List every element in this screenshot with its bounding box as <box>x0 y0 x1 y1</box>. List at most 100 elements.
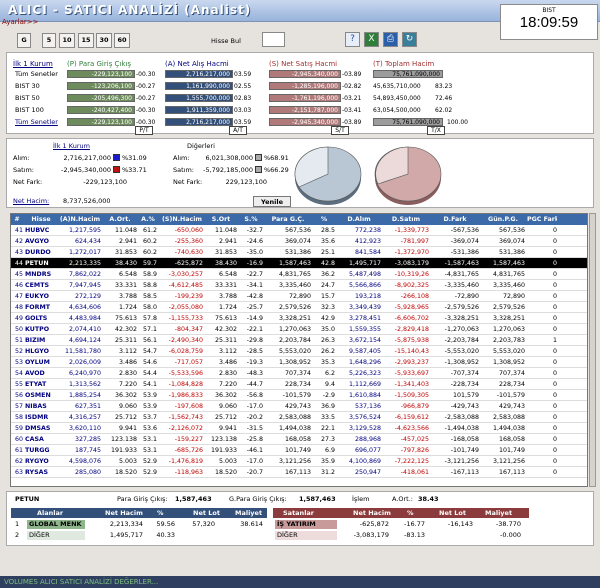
table-row[interactable]: 57 NIBAS 627,351 9.060 53.9 -197,608 9.060 -17.… <box>11 401 587 412</box>
cell-hisse[interactable]: CEMTS <box>25 280 57 291</box>
tab-a-t[interactable]: A/T <box>229 126 247 135</box>
period-button-5[interactable]: 5 <box>42 33 56 48</box>
cell-hisse[interactable]: OSMEN <box>25 390 57 401</box>
tab-t-x[interactable]: T/X <box>427 126 445 135</box>
col-header-para-gc[interactable]: Para G.Ç. <box>265 214 311 225</box>
cell-d-satim: -1,372,970 <box>394 249 429 256</box>
cell-hisse[interactable]: RYSAS <box>25 467 57 478</box>
buyers-col: % <box>157 509 164 517</box>
cell-hisse[interactable]: KUTPO <box>25 324 57 335</box>
cell-hisse[interactable]: PETUN <box>25 258 57 269</box>
col-header-s-pct[interactable]: S.% <box>239 214 263 225</box>
cell-d-fark: -167,113 <box>450 469 479 476</box>
table-row[interactable]: 62 RYGYO 4,598,076 5.003 52.9 -1,476,819 5.003… <box>11 456 587 467</box>
col-header-d-alim[interactable]: D.Alım <box>337 214 381 225</box>
table-row[interactable]: 56 OSMEN 1,885,254 36.302 53.9 -1,986,833 36.3… <box>11 390 587 401</box>
seller-name[interactable]: İŞ YATIRIM <box>275 520 337 529</box>
cell-hisse[interactable]: DURDO <box>25 247 57 258</box>
mid-kurum-header[interactable]: İlk 1 Kurum <box>53 142 90 150</box>
table-row[interactable]: 41 HUBVC 1,217,595 11.048 61.2 -650,060 11.048… <box>11 225 587 236</box>
net-hacim-label[interactable]: Net Hacim: <box>13 197 49 205</box>
cell-s-n-hacim: -3,030,257 <box>168 271 203 278</box>
col-header-s-ort[interactable]: S.Ort <box>205 214 237 225</box>
col-header-d-fark[interactable]: D.Fark <box>431 214 479 225</box>
table-row[interactable]: 42 AVGYO 624,434 2.941 60.2 -255,360 2.941 -24.… <box>11 236 587 247</box>
hisse-bul-input[interactable] <box>262 32 285 47</box>
cell-hisse[interactable]: ISDMR <box>25 412 57 423</box>
cell-hisse[interactable]: FORMT <box>25 302 57 313</box>
period-button-10[interactable]: 10 <box>59 33 75 48</box>
cell-gun-pg: 1,587,463 <box>492 260 525 267</box>
cell-pgc-fark: 0 <box>552 447 557 454</box>
cell-hisse[interactable]: HUBVC <box>25 225 57 236</box>
table-row[interactable]: 54 AVOD 6,240,970 2.830 54.4 -5,533,596 2.830 -… <box>11 368 587 379</box>
settings-link[interactable]: Ayarlar>> <box>2 18 38 26</box>
table-row[interactable]: 63 RYSAS 285,080 18.520 52.9 -118,963 18.520 -2… <box>11 467 587 478</box>
help-icon[interactable]: ? <box>345 32 360 47</box>
summary-kurum-header[interactable]: İlk 1 Kurum <box>13 60 53 68</box>
vertical-scrollbar[interactable] <box>589 213 596 487</box>
cell-gun-pg: 72,890 <box>502 293 525 300</box>
period-button-g[interactable]: G <box>17 33 31 48</box>
table-row[interactable]: 45 MNDRS 7,862,022 6.548 58.9 -3,030,257 6.548… <box>11 269 587 280</box>
cell-hisse[interactable]: DMSAS <box>25 423 57 434</box>
tab-p-t[interactable]: P/T <box>135 126 153 135</box>
col-header-gun-pg[interactable]: Gün.P.G. <box>481 214 525 225</box>
table-row[interactable]: 59 DMSAS 3,620,110 9.941 53.6 -2,126,072 9.941… <box>11 423 587 434</box>
refresh-icon[interactable]: ↻ <box>402 32 417 47</box>
summary-row-label[interactable]: Tüm Senetler <box>15 118 58 126</box>
cell-hisse[interactable]: EUKYO <box>25 291 57 302</box>
cell-hisse[interactable]: TURGG <box>25 445 57 456</box>
col-header-pct[interactable]: % <box>313 214 335 225</box>
table-row[interactable]: 50 KUTPO 2,074,410 42.302 57.1 -804,347 42.302… <box>11 324 587 335</box>
cell-s-pct: -25.8 <box>246 436 263 443</box>
seller-name[interactable]: DİĞER <box>275 531 337 540</box>
cell-hisse[interactable]: NIBAS <box>25 401 57 412</box>
cell-hisse[interactable]: OYLUM <box>25 357 57 368</box>
table-row[interactable]: 43 DURDO 1,272,017 31.853 60.2 -740,630 31.853… <box>11 247 587 258</box>
cell-hisse[interactable]: RYGYO <box>25 456 57 467</box>
summary-row-label: BIST 50 <box>15 94 40 102</box>
table-row[interactable]: 58 ISDMR 4,316,257 25.712 53.7 -1,562,743 25.7… <box>11 412 587 423</box>
tab-s-t[interactable]: S/T <box>331 126 349 135</box>
cell-pct: 26.2 <box>320 348 335 355</box>
table-row[interactable]: 46 CEMTS 7,947,945 33.331 58.8 -4,612,485 33.3… <box>11 280 587 291</box>
table-row[interactable]: 55 ETYAT 1,313,562 7.220 54.1 -1,084,828 7.220… <box>11 379 587 390</box>
excel-icon[interactable]: X <box>364 32 379 47</box>
cell-hisse[interactable]: GOLTS <box>25 313 57 324</box>
kurum-comparison-panel: İlk 1 Kurum Diğerleri Alım: Satım: Net F… <box>6 138 594 208</box>
col-header-row-index[interactable]: # <box>11 214 23 225</box>
table-row[interactable]: 49 GOLTS 4,483,984 75.613 57.8 -1,155,733 75.6… <box>11 313 587 324</box>
table-row[interactable]: 61 TURGG 187,745 191.933 53.1 -685,726 191.933… <box>11 445 587 456</box>
table-row[interactable]: 53 OYLUM 2,026,009 3.486 54.6 -717,057 3.486 -1… <box>11 357 587 368</box>
cell-hisse[interactable]: AVOD <box>25 368 57 379</box>
col-header-a-pct[interactable]: A.% <box>139 214 157 225</box>
period-button-30[interactable]: 30 <box>96 33 112 48</box>
col-header-s-n-hacim[interactable]: (S)N.Hacim <box>161 214 203 225</box>
cell-hisse[interactable]: HLGYO <box>25 346 57 357</box>
cell-hisse[interactable]: MNDRS <box>25 269 57 280</box>
cell-hisse[interactable]: ETYAT <box>25 379 57 390</box>
table-row[interactable]: 52 HLGYO 11,581,780 3.112 54.7 -6,028,759 3.11… <box>11 346 587 357</box>
col-header-hisse[interactable]: Hisse <box>25 214 57 225</box>
table-row[interactable]: 51 BIZIM 4,694,124 25.311 56.1 -2,490,340 25.3… <box>11 335 587 346</box>
cell-hisse[interactable]: AVGYO <box>25 236 57 247</box>
table-row[interactable]: 44 PETUN 2,213,335 38.430 59.7 -625,872 38.430… <box>11 258 587 269</box>
buyer-name[interactable]: DİĞER <box>27 531 85 540</box>
buyer-name[interactable]: GLOBAL MENK <box>27 520 85 529</box>
cell-hisse[interactable]: BIZIM <box>25 335 57 346</box>
period-button-15[interactable]: 15 <box>78 33 94 48</box>
refresh-button[interactable]: Yenile <box>253 196 291 207</box>
col-header-pgc-fark[interactable]: PGC Fark <box>527 214 557 225</box>
col-header-a-n-hacim[interactable]: (A)N.Hacim <box>59 214 101 225</box>
table-row[interactable]: 48 FORMT 4,634,606 1.724 58.0 -2,055,080 1.724… <box>11 302 587 313</box>
cell-d-fark: -168,058 <box>450 436 479 443</box>
col-header-d-satim[interactable]: D.Satım <box>383 214 429 225</box>
table-row[interactable]: 47 EUKYO 272,129 3.788 58.5 -199,239 3.788 -42.… <box>11 291 587 302</box>
cell-hisse[interactable]: CASA <box>25 434 57 445</box>
table-row[interactable]: 60 CASA 327,285 123.138 53.1 -159,227 123.138 -… <box>11 434 587 445</box>
period-button-60[interactable]: 60 <box>114 33 130 48</box>
col-header-a-ort[interactable]: A.Ort. <box>103 214 137 225</box>
cell-a-ort: 31.853 <box>114 249 137 256</box>
print-icon[interactable]: ⎙ <box>383 32 398 47</box>
